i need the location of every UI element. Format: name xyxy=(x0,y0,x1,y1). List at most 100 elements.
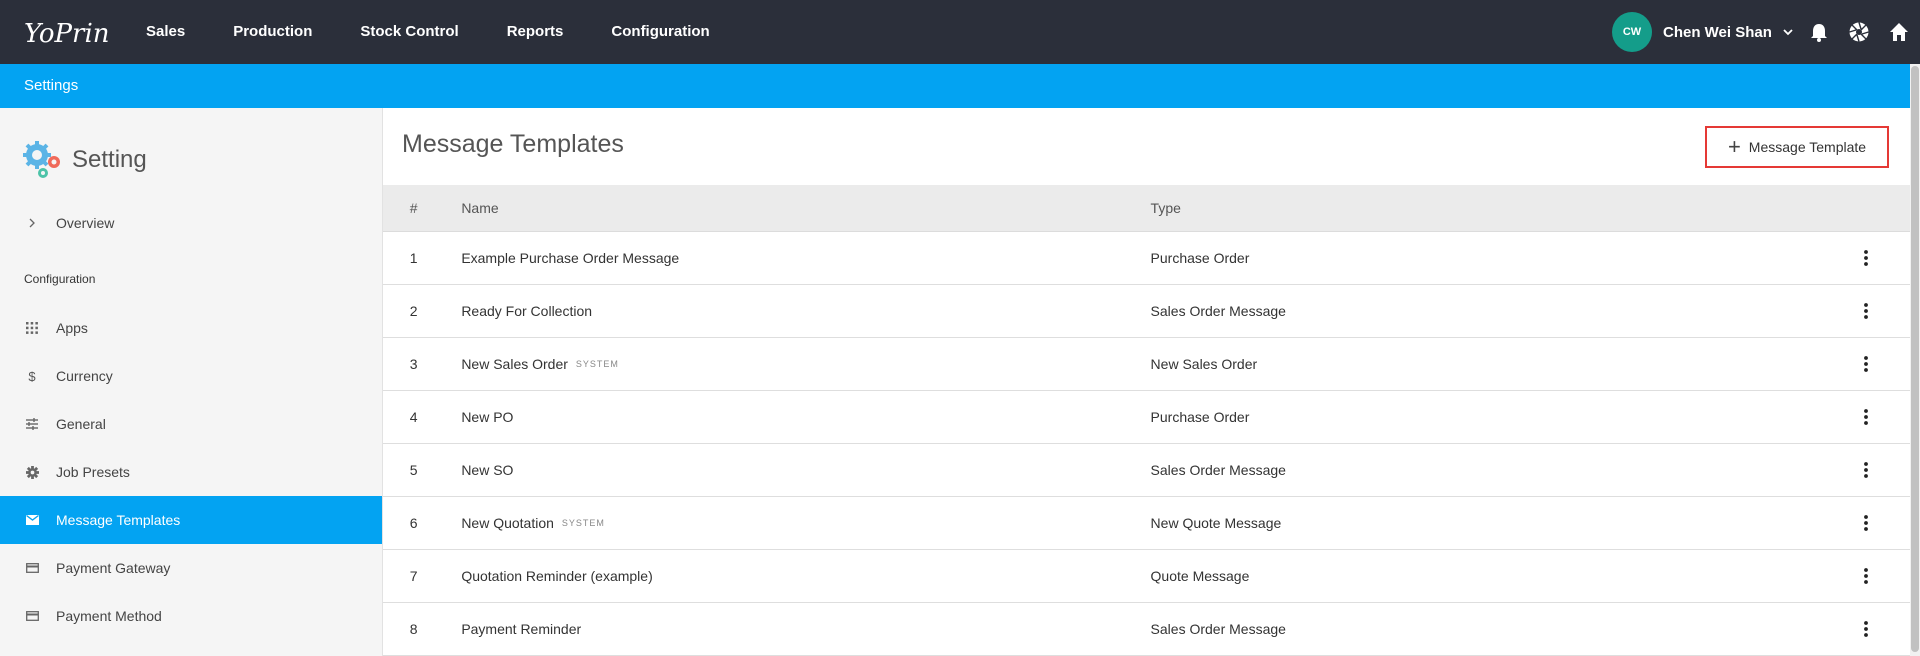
row-name-cell: New Quotation SYSTEM xyxy=(444,515,1150,531)
template-name[interactable]: Example Purchase Order Message xyxy=(461,250,679,266)
sidebar-item-overview[interactable]: Overview xyxy=(0,199,382,247)
row-actions-menu[interactable] xyxy=(1823,356,1910,372)
row-number: 4 xyxy=(409,409,418,425)
table-header: # Name Type xyxy=(383,185,1910,232)
more-vert-icon xyxy=(1864,409,1869,425)
row-actions-menu[interactable] xyxy=(1823,303,1910,319)
nav-stock-control[interactable]: Stock Control xyxy=(336,0,482,64)
dollar-icon: $ xyxy=(28,368,36,384)
aperture-icon[interactable] xyxy=(1848,21,1870,43)
sidebar-item-label: Message Templates xyxy=(56,512,181,528)
home-icon[interactable] xyxy=(1888,21,1910,43)
table-row[interactable]: 8 Payment Reminder Sales Order Message xyxy=(383,603,1910,656)
plus-icon: + xyxy=(1727,134,1741,159)
row-type: New Sales Order xyxy=(1150,356,1258,372)
nav-reports[interactable]: Reports xyxy=(483,0,588,64)
yoprint-logo[interactable]: YoPrint xyxy=(24,10,108,54)
nav-sales[interactable]: Sales xyxy=(122,0,209,64)
row-type: Purchase Order xyxy=(1150,250,1250,266)
gear-icon xyxy=(24,464,40,480)
table-row[interactable]: 3 New Sales Order SYSTEM New Sales Order xyxy=(383,338,1910,391)
add-message-template-button[interactable]: + Message Template xyxy=(1705,126,1889,168)
template-name[interactable]: New Quotation xyxy=(461,515,554,531)
row-type: Sales Order Message xyxy=(1150,621,1286,637)
row-name-cell: Payment Reminder xyxy=(444,621,1150,637)
table-row[interactable]: 1 Example Purchase Order Message Purchase … xyxy=(383,232,1910,285)
sidebar-item-label: Apps xyxy=(56,320,88,336)
more-vert-icon xyxy=(1864,515,1869,531)
template-name[interactable]: Quotation Reminder (example) xyxy=(461,568,652,584)
template-name[interactable]: New Sales Order xyxy=(461,356,568,372)
column-header-type[interactable]: Type xyxy=(1151,200,1823,216)
sidebar-item-currency[interactable]: $ Currency xyxy=(0,352,382,400)
settings-header-bar: Settings xyxy=(0,64,1910,108)
template-name[interactable]: New PO xyxy=(461,409,513,425)
row-number: 8 xyxy=(409,621,418,637)
row-actions-menu[interactable] xyxy=(1823,568,1910,584)
row-type: New Quote Message xyxy=(1150,515,1282,531)
sidebar-item-label: Currency xyxy=(56,368,113,384)
sidebar-item-message-templates[interactable]: Message Templates xyxy=(0,496,382,544)
table-row[interactable]: 4 New PO Purchase Order xyxy=(383,391,1910,444)
more-vert-icon xyxy=(1864,621,1869,637)
table-row[interactable]: 2 Ready For Collection Sales Order Message xyxy=(383,285,1910,338)
sidebar-item-label: Payment Gateway xyxy=(56,560,171,576)
sidebar-title: Setting xyxy=(72,146,147,173)
row-number: 3 xyxy=(409,356,418,372)
user-name: Chen Wei Shan xyxy=(1663,23,1772,41)
row-name-cell: New SO xyxy=(444,462,1150,478)
credit-card-icon xyxy=(24,560,40,576)
more-vert-icon xyxy=(1864,568,1869,584)
page-scrollbar-thumb[interactable] xyxy=(1911,66,1919,652)
row-name-cell: Example Purchase Order Message xyxy=(444,250,1150,266)
more-vert-icon xyxy=(1864,356,1869,372)
nav-configuration[interactable]: Configuration xyxy=(587,0,733,64)
bell-icon[interactable] xyxy=(1808,21,1830,43)
row-type: Sales Order Message xyxy=(1150,303,1286,319)
sliders-icon xyxy=(24,416,40,432)
table-body: 1 Example Purchase Order Message Purchase … xyxy=(383,232,1910,656)
system-badge: SYSTEM xyxy=(575,359,619,369)
row-actions-menu[interactable] xyxy=(1823,409,1910,425)
avatar: CW xyxy=(1612,12,1652,52)
system-badge: SYSTEM xyxy=(561,518,605,528)
nav-production[interactable]: Production xyxy=(209,0,336,64)
credit-card-icon xyxy=(24,608,40,624)
table-row[interactable]: 5 New SO Sales Order Message xyxy=(383,444,1910,497)
row-actions-menu[interactable] xyxy=(1823,250,1910,266)
message-templates-table: # Name Type 1 Example Purchase Order Mess… xyxy=(383,185,1910,656)
sidebar-item-label: Job Presets xyxy=(56,464,130,480)
row-type: Purchase Order xyxy=(1150,409,1250,425)
table-row[interactable]: 6 New Quotation SYSTEM New Quote Message xyxy=(383,497,1910,550)
top-navbar: YoPrint Sales Production Stock Control R… xyxy=(0,0,1920,64)
template-name[interactable]: Payment Reminder xyxy=(461,621,581,637)
row-number: 7 xyxy=(409,568,418,584)
sidebar-item-payment-method[interactable]: Payment Method xyxy=(0,592,382,640)
row-number: 6 xyxy=(409,515,418,531)
row-number: 2 xyxy=(409,303,418,319)
row-actions-menu[interactable] xyxy=(1823,462,1910,478)
user-menu[interactable]: CW Chen Wei Shan xyxy=(1612,12,1794,52)
page-title: Message Templates xyxy=(402,130,624,158)
add-button-label: Message Template xyxy=(1748,139,1867,155)
row-name-cell: Ready For Collection xyxy=(444,303,1150,319)
template-name[interactable]: Ready For Collection xyxy=(461,303,592,319)
sidebar-item-label: Payment Method xyxy=(56,608,162,624)
apps-grid-icon xyxy=(24,320,40,336)
template-name[interactable]: New SO xyxy=(461,462,513,478)
row-actions-menu[interactable] xyxy=(1823,621,1910,637)
sidebar-item-payment-gateway[interactable]: Payment Gateway xyxy=(0,544,382,592)
chevron-down-icon xyxy=(1783,29,1793,36)
row-actions-menu[interactable] xyxy=(1823,515,1910,531)
svg-text:YoPrint: YoPrint xyxy=(24,19,108,49)
table-row[interactable]: 7 Quotation Reminder (example) Quote Messa… xyxy=(383,550,1910,603)
sidebar-item-general[interactable]: General xyxy=(0,400,382,448)
main-nav: Sales Production Stock Control Reports C… xyxy=(122,0,734,64)
settings-sidebar: Setting Overview Configuration Apps $ Cu… xyxy=(0,108,383,656)
sidebar-item-job-presets[interactable]: Job Presets xyxy=(0,448,382,496)
column-header-name[interactable]: Name xyxy=(444,200,1150,216)
row-type: Quote Message xyxy=(1150,568,1250,584)
sidebar-item-apps[interactable]: Apps xyxy=(0,304,382,352)
more-vert-icon xyxy=(1864,462,1869,478)
sidebar-header: Setting xyxy=(22,140,147,180)
